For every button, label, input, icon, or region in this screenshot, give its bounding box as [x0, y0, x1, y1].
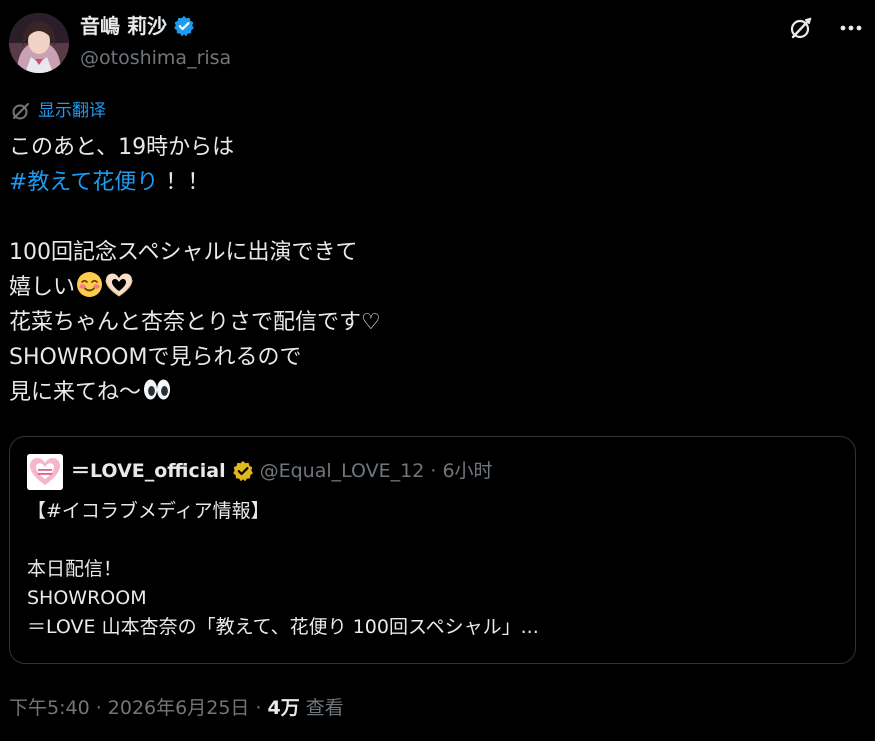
grok-button[interactable] [786, 13, 816, 43]
heart-hands-icon [104, 271, 134, 309]
author-handle[interactable]: @otoshima_risa [80, 45, 231, 71]
views-label: 查看 [299, 697, 344, 719]
tweet-text: このあと、19時からは #教えて花便り ！！ 100回記念スペシャルに出演できて… [9, 130, 859, 410]
tweet-line: 花菜ちゃんと杏奈とりさで配信です♡ [9, 310, 381, 335]
more-dots-icon [840, 25, 862, 31]
show-translation-label[interactable]: 显示翻译 [38, 99, 106, 123]
tweet-text-span: ！！ [158, 170, 210, 195]
quoted-author-row[interactable]: ＝LOVE_official @Equal_LOVE_12 · 6小时 [71, 458, 493, 484]
grok-translate-icon [12, 103, 29, 120]
author-display-name[interactable]: 音嶋 莉沙 [80, 13, 167, 39]
quoted-tweet-card[interactable]: ＝LOVE_official @Equal_LOVE_12 · 6小时 【#イコ… [9, 436, 856, 664]
quoted-line: 本日配信！ [27, 558, 123, 580]
equal-love-logo-avatar [27, 454, 63, 490]
tweet-line: 100回記念スペシャルに出演できて [9, 240, 358, 265]
quoted-handle-and-time[interactable]: @Equal_LOVE_12 · 6小时 [260, 458, 493, 484]
tweet-text-span: 嬉しい [9, 275, 76, 300]
author-name-row[interactable]: 音嶋 莉沙 [80, 13, 195, 39]
tweet-meta: 下午5:40 · 2026年6月25日 · 4万 查看 [9, 694, 344, 722]
tweet-text-span: 見に来てね〜 [9, 380, 142, 405]
tweet-line: #教えて花便り ！！ [9, 165, 859, 200]
tweet-line: 見に来てね〜 [9, 375, 859, 410]
blue-verified-badge-icon[interactable] [173, 15, 195, 37]
tweet-timestamp[interactable]: 下午5:40 · 2026年6月25日 · [9, 697, 268, 719]
quoted-tweet-text: 【#イコラブメディア情報】 本日配信！ SHOWROOM ＝LOVE 山本杏奈の… [27, 497, 837, 642]
show-translation-link[interactable]: 显示翻译 [10, 99, 106, 123]
quoted-line: SHOWROOM [27, 587, 147, 609]
tweet-line: 嬉しい [9, 270, 859, 305]
smiling-face-blushing-icon [76, 271, 103, 309]
grok-slash-circle-icon [790, 17, 812, 39]
quoted-line: 【#イコラブメディア情報】 [27, 500, 270, 522]
tweet-line: このあと、19時からは [9, 135, 235, 160]
more-options-button[interactable] [834, 13, 868, 43]
author-avatar[interactable] [9, 13, 69, 73]
quoted-author-name[interactable]: ＝LOVE_official [71, 458, 226, 484]
profile-photo-avatar [9, 13, 69, 73]
eyes-icon [142, 376, 172, 414]
quoted-blank-line [27, 526, 837, 555]
quoted-author-avatar[interactable] [27, 454, 63, 490]
views-count: 4万 [267, 697, 300, 719]
tweet-line: SHOWROOMで見られるので [9, 345, 302, 370]
quoted-line: ＝LOVE 山本杏奈の「教えて、花便り 100回スペシャル」... [27, 616, 539, 638]
gold-verified-badge-icon[interactable] [232, 460, 254, 482]
hashtag-link[interactable]: #教えて花便り [9, 170, 158, 195]
